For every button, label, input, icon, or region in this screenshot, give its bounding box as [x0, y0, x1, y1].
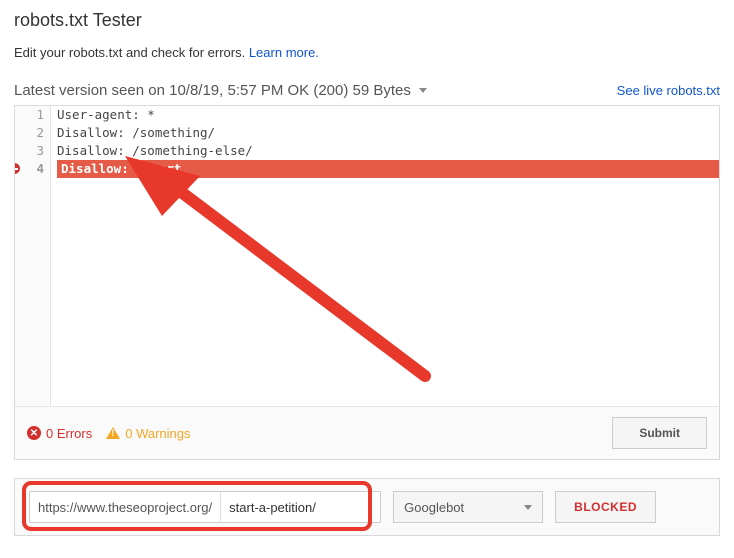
- editor-panel: 1User-agent: *2Disallow: /something/3Dis…: [14, 105, 720, 460]
- url-prefix: https://www.theseoproject.org/: [30, 500, 220, 515]
- version-text: Latest version seen on 10/8/19, 5:57 PM …: [14, 82, 411, 99]
- submit-button[interactable]: Submit: [612, 417, 707, 449]
- chevron-down-icon: [524, 505, 532, 510]
- test-result-badge: BLOCKED: [555, 491, 656, 523]
- subtitle-text: Edit your robots.txt and check for error…: [14, 45, 249, 60]
- warning-icon: [106, 427, 120, 439]
- robots-editor[interactable]: 1User-agent: *2Disallow: /something/3Dis…: [15, 106, 719, 406]
- url-tester-panel: https://www.theseoproject.org/ Googlebot…: [14, 478, 720, 536]
- warnings-badge: 0 Warnings: [106, 426, 190, 441]
- stop-icon: [15, 161, 22, 176]
- version-bar: Latest version seen on 10/8/19, 5:57 PM …: [14, 82, 720, 99]
- editor-line[interactable]: 4Disallow: /start: [15, 160, 719, 178]
- bot-select[interactable]: Googlebot: [393, 491, 543, 523]
- line-code: Disallow: /start: [51, 160, 719, 178]
- errors-count: 0 Errors: [46, 426, 92, 441]
- url-input-group: https://www.theseoproject.org/: [29, 491, 381, 523]
- line-code: User-agent: *: [51, 106, 719, 124]
- learn-more-link[interactable]: Learn more.: [249, 45, 319, 60]
- line-number: 4: [15, 160, 51, 178]
- warnings-count: 0 Warnings: [125, 426, 190, 441]
- page-subtitle: Edit your robots.txt and check for error…: [14, 45, 720, 60]
- editor-line[interactable]: 3Disallow: /something-else/: [15, 142, 719, 160]
- editor-line[interactable]: 2Disallow: /something/: [15, 124, 719, 142]
- line-code: Disallow: /something/: [51, 124, 719, 142]
- line-number: 1: [15, 106, 51, 124]
- line-code: Disallow: /something-else/: [51, 142, 719, 160]
- see-live-link[interactable]: See live robots.txt: [617, 83, 720, 98]
- url-path-input[interactable]: [220, 492, 380, 522]
- page-title: robots.txt Tester: [14, 10, 720, 31]
- error-icon: ✕: [27, 426, 41, 440]
- bot-select-label: Googlebot: [404, 500, 464, 515]
- chevron-down-icon: [419, 88, 427, 93]
- line-number: 2: [15, 124, 51, 142]
- editor-line[interactable]: 1User-agent: *: [15, 106, 719, 124]
- errors-badge: ✕ 0 Errors: [27, 426, 92, 441]
- version-dropdown[interactable]: Latest version seen on 10/8/19, 5:57 PM …: [14, 82, 427, 99]
- status-row: ✕ 0 Errors 0 Warnings Submit: [15, 406, 719, 459]
- line-number: 3: [15, 142, 51, 160]
